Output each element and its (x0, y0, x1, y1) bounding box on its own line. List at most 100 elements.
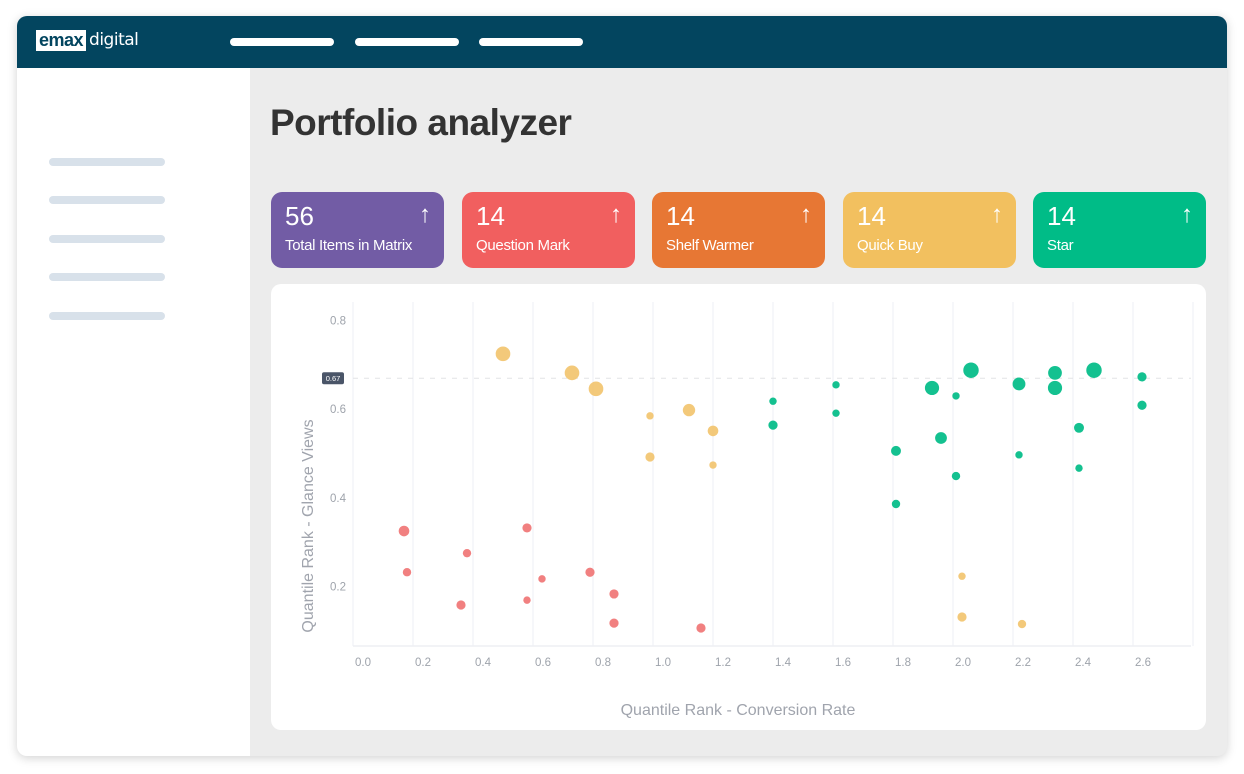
bubble-point[interactable] (523, 596, 531, 604)
card-quick-buy[interactable]: 14 ↑ Quick Buy (843, 192, 1016, 268)
sidebar-item-5[interactable] (49, 312, 165, 320)
bubble-point[interactable] (609, 589, 619, 599)
x-tick-label: 2.4 (1075, 657, 1092, 669)
x-tick-label: 0.4 (475, 657, 492, 669)
bubble-point[interactable] (645, 452, 655, 462)
top-navbar: emax digital (17, 16, 1227, 68)
x-axis-label: Quantile Rank - Conversion Rate (621, 702, 856, 719)
x-tick-label: 2.0 (955, 657, 971, 669)
x-tick-label: 1.8 (895, 657, 911, 669)
bubble-point[interactable] (709, 461, 717, 469)
arrow-up-icon: ↑ (419, 201, 431, 228)
y-tick-label: 0.4 (330, 493, 347, 505)
bubble-point[interactable] (1086, 362, 1102, 378)
sidebar-item-4[interactable] (49, 273, 165, 281)
bubble-point[interactable] (1047, 380, 1063, 396)
bubble-point[interactable] (646, 412, 654, 420)
arrow-up-icon: ↑ (610, 201, 622, 228)
grid-lines (352, 302, 1194, 647)
page-title: Portfolio analyzer (270, 102, 572, 143)
x-tick-label: 1.2 (715, 657, 731, 669)
x-tick-label: 2.2 (1015, 657, 1031, 669)
bubble-point[interactable] (768, 420, 778, 430)
bubble-point[interactable] (1137, 400, 1147, 410)
y-tick-labels: 0.2 0.4 0.6 0.8 (330, 316, 347, 594)
bubble-point[interactable] (957, 612, 967, 622)
bubble-point[interactable] (952, 392, 960, 400)
bubble-point[interactable] (585, 567, 595, 577)
bubble-point[interactable] (682, 403, 696, 417)
card-value: 14 (857, 201, 886, 231)
card-value: 14 (666, 201, 695, 231)
arrow-up-icon: ↑ (800, 201, 812, 228)
x-tick-label: 1.0 (655, 657, 671, 669)
card-label: Star (1047, 237, 1074, 254)
bubble-point[interactable] (963, 362, 979, 378)
bubble-point[interactable] (958, 572, 966, 580)
bubble-point[interactable] (609, 618, 619, 628)
app-window: emax digital Portfolio analyzer 56 ↑ Tot… (17, 16, 1227, 756)
bubble-point[interactable] (832, 409, 840, 417)
nav-item-1[interactable] (230, 38, 334, 46)
nav-item-3[interactable] (479, 38, 583, 46)
series-star (768, 362, 1147, 509)
card-shelf-warmer[interactable]: 14 ↑ Shelf Warmer (652, 192, 825, 268)
logo-mark: emax (36, 29, 87, 51)
sidebar-item-1[interactable] (49, 158, 165, 166)
bubble-point[interactable] (1075, 464, 1083, 472)
x-tick-label: 2.6 (1135, 657, 1151, 669)
arrow-up-icon: ↑ (1181, 201, 1193, 228)
bubble-point[interactable] (935, 432, 947, 444)
card-question-mark[interactable]: 14 ↑ Question Mark (462, 192, 635, 268)
sidebar (17, 68, 250, 756)
bubble-point[interactable] (769, 397, 777, 405)
bubble-point[interactable] (402, 568, 412, 577)
bubble-point[interactable] (522, 523, 532, 533)
bubble-point[interactable] (588, 381, 604, 397)
bubble-point[interactable] (891, 445, 901, 456)
bubble-point[interactable] (891, 499, 901, 509)
card-label: Total Items in Matrix (285, 237, 413, 254)
bubble-point[interactable] (1048, 365, 1062, 380)
card-total-items[interactable]: 56 ↑ Total Items in Matrix (271, 192, 444, 268)
card-value: 56 (285, 201, 314, 231)
bubble-point[interactable] (456, 600, 466, 610)
x-tick-label: 0.2 (415, 657, 431, 669)
reference-line-label: 0.67 (326, 374, 341, 383)
bubble-point[interactable] (832, 381, 840, 389)
bubble-point[interactable] (1012, 377, 1026, 391)
series-question-mark (398, 523, 706, 633)
card-value: 14 (1047, 201, 1076, 231)
bubble-point[interactable] (564, 365, 580, 381)
bubble-point[interactable] (1017, 619, 1027, 629)
sidebar-item-3[interactable] (49, 235, 165, 243)
x-tick-label: 1.6 (835, 657, 851, 669)
bubble-point[interactable] (538, 575, 546, 583)
nav-item-2[interactable] (355, 38, 459, 46)
bubble-point[interactable] (924, 380, 940, 396)
arrow-up-icon: ↑ (991, 201, 1003, 228)
card-label: Question Mark (476, 237, 570, 254)
y-tick-label: 0.2 (330, 581, 346, 593)
x-tick-label: 1.4 (775, 657, 792, 669)
y-tick-label: 0.6 (330, 404, 346, 416)
bubble-point[interactable] (1074, 422, 1084, 433)
y-tick-label: 0.8 (330, 316, 346, 328)
bubble-point[interactable] (951, 471, 961, 481)
sidebar-item-2[interactable] (49, 196, 165, 204)
bubble-point[interactable] (495, 346, 511, 362)
x-tick-label: 0.8 (595, 657, 611, 669)
emax-digital-logo[interactable]: emax digital (36, 29, 139, 51)
bubble-point[interactable] (1137, 372, 1147, 382)
bubble-point[interactable] (1015, 451, 1023, 459)
bubble-point[interactable] (696, 623, 706, 633)
x-tick-label: 0.0 (355, 657, 371, 669)
card-value: 14 (476, 201, 505, 231)
bubble-chart: 0.67 0.0 0.2 0.4 0.6 0.8 1.0 1.2 1.4 1.6 1.8 2.0 2.… (300, 302, 1194, 719)
logo-text: digital (89, 30, 139, 50)
x-tick-label: 0.6 (535, 657, 551, 669)
card-star[interactable]: 14 ↑ Star (1033, 192, 1206, 268)
bubble-point[interactable] (707, 425, 719, 437)
bubble-point[interactable] (462, 548, 472, 558)
bubble-point[interactable] (398, 525, 410, 537)
